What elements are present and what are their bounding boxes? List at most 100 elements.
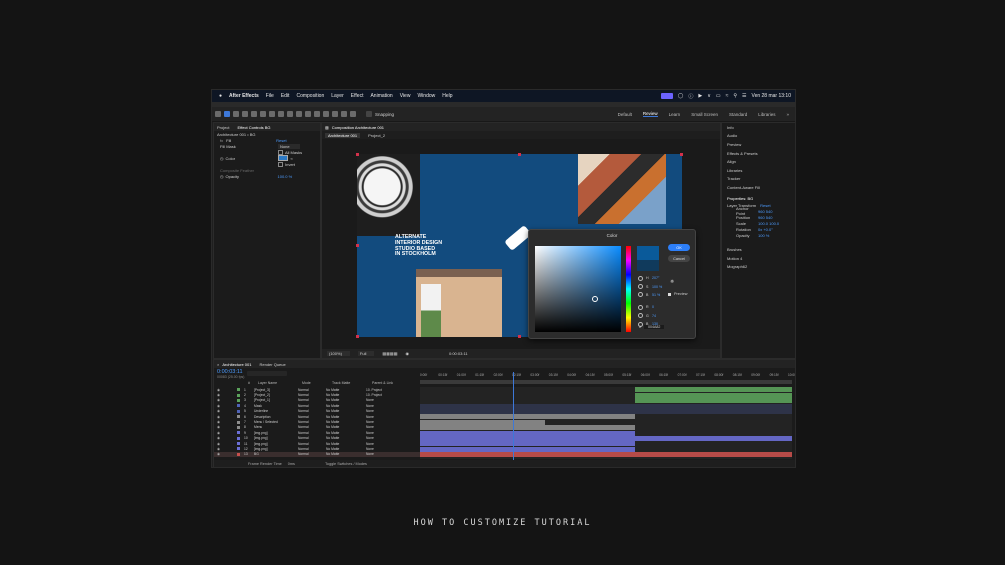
cancel-button[interactable]: Cancel — [668, 255, 690, 262]
layer-label-color[interactable] — [237, 447, 240, 451]
workspace-standard[interactable]: Standard — [729, 112, 747, 117]
layer-matte-dropdown[interactable]: No Matte — [326, 452, 366, 456]
visibility-icon[interactable]: ◉ — [217, 442, 237, 446]
selection-handle[interactable] — [356, 335, 359, 338]
layer-mode-dropdown[interactable]: Normal — [298, 447, 326, 451]
type-tool-icon[interactable] — [305, 111, 311, 117]
home-icon[interactable] — [215, 111, 221, 117]
subtab-project-2[interactable]: Project_2 — [368, 133, 385, 138]
hex-input[interactable]: 004A82 — [644, 325, 665, 329]
selection-handle[interactable] — [680, 153, 683, 156]
layer-duration-bar[interactable] — [420, 430, 635, 436]
visibility-icon[interactable]: ◉ — [217, 420, 237, 424]
layer-name[interactable]: Underline — [254, 409, 298, 413]
layer-label-color[interactable] — [237, 415, 240, 419]
panel-tracker[interactable]: Tracker — [722, 175, 795, 184]
selection-handle[interactable] — [356, 244, 359, 247]
rotate-tool-icon[interactable] — [269, 111, 275, 117]
layer-duration-bar[interactable] — [420, 452, 792, 458]
layer-name[interactable]: [img.png] — [254, 436, 298, 440]
layer-duration-bar[interactable] — [635, 392, 792, 398]
layer-matte-dropdown[interactable]: No Matte — [326, 398, 366, 402]
menu-help[interactable]: Help — [442, 93, 452, 99]
zoom-tool-icon[interactable] — [242, 111, 248, 117]
transform-value[interactable]: 960 540 — [758, 209, 772, 214]
workspace-libraries[interactable]: Libraries — [758, 112, 775, 117]
visibility-icon[interactable]: ◉ — [217, 398, 237, 402]
layer-duration-bar[interactable] — [420, 441, 635, 447]
visibility-icon[interactable]: ◉ — [217, 393, 237, 397]
panel-align[interactable]: Align — [722, 157, 795, 166]
layer-duration-bar[interactable] — [420, 409, 792, 414]
transform-value[interactable]: 100 % — [758, 233, 769, 238]
panel-motion[interactable]: Motion 4 — [722, 254, 795, 263]
work-area-bar[interactable] — [420, 380, 792, 384]
layer-name[interactable]: [Project_1] — [254, 398, 298, 402]
pan-behind-tool-icon[interactable] — [278, 111, 284, 117]
layer-name[interactable]: [Project_3] — [254, 388, 298, 392]
layer-mode-dropdown[interactable]: Normal — [298, 442, 326, 446]
color-radio[interactable] — [638, 275, 643, 281]
brush-tool-icon[interactable] — [314, 111, 320, 117]
color-field-value[interactable]: 0 — [652, 305, 654, 309]
layer-name[interactable]: [Project_2] — [254, 393, 298, 397]
tab-effect-controls[interactable]: Effect Controls BG — [237, 125, 270, 130]
color-swatch[interactable] — [277, 155, 288, 161]
app-menu[interactable]: After Effects — [229, 93, 259, 99]
panel-preview[interactable]: Preview — [722, 140, 795, 149]
ok-button[interactable]: OK — [668, 244, 690, 251]
selection-handle[interactable] — [518, 153, 521, 156]
workspace-default[interactable]: Default — [618, 112, 632, 117]
transform-value[interactable]: 100.0 100.0 — [758, 221, 779, 226]
layer-mode-dropdown[interactable]: Normal — [298, 409, 326, 413]
layer-duration-bar[interactable] — [420, 414, 635, 420]
layer-row[interactable]: ◉ 13 BG Normal No Matte None — [214, 451, 420, 458]
layer-parent-dropdown[interactable]: 10. Project — [366, 388, 382, 392]
layer-mode-dropdown[interactable]: Normal — [298, 420, 326, 424]
layer-mode-dropdown[interactable]: Normal — [298, 388, 326, 392]
color-value-row[interactable]: B 51 % — [638, 291, 668, 299]
playhead[interactable] — [513, 372, 514, 460]
workspace-review[interactable]: Review — [642, 111, 658, 117]
layer-matte-dropdown[interactable]: No Matte — [326, 425, 366, 429]
layer-label-color[interactable] — [237, 398, 240, 402]
layer-matte-dropdown[interactable]: No Matte — [326, 442, 366, 446]
layer-parent-dropdown[interactable]: None — [366, 442, 374, 446]
play-icon[interactable]: ▶ — [698, 93, 702, 99]
layer-matte-dropdown[interactable]: No Matte — [326, 393, 366, 397]
layer-label-color[interactable] — [237, 425, 240, 429]
layer-name[interactable]: Menu — [254, 425, 298, 429]
layer-label-color[interactable] — [237, 409, 240, 413]
color-field-value[interactable]: 74 — [652, 314, 656, 318]
visibility-icon[interactable]: ◉ — [217, 436, 237, 440]
layer-name[interactable]: Menu / Selected — [254, 420, 298, 424]
orbit-tool-icon[interactable] — [251, 111, 257, 117]
stopwatch-icon[interactable]: ◷ — [220, 174, 224, 179]
layer-parent-dropdown[interactable]: None — [366, 404, 374, 408]
color-radio[interactable] — [638, 304, 643, 310]
eyedropper-icon[interactable]: ≈ — [291, 156, 293, 161]
visibility-icon[interactable]: ◉ — [217, 452, 237, 456]
layer-duration-bar[interactable] — [420, 436, 792, 441]
visibility-icon[interactable]: ◉ — [217, 404, 237, 408]
status-icon[interactable]: ◯ — [678, 93, 684, 99]
zoom-dropdown[interactable]: (100%) — [327, 351, 350, 356]
pen-tool-icon[interactable] — [296, 111, 302, 117]
hue-slider[interactable] — [626, 246, 631, 332]
puppet-tool-icon[interactable] — [350, 111, 356, 117]
panel-info[interactable]: Info — [722, 123, 795, 132]
layer-matte-dropdown[interactable]: No Matte — [326, 404, 366, 408]
layer-duration-bar[interactable] — [420, 403, 792, 409]
color-field[interactable] — [535, 246, 621, 332]
wifi-icon[interactable]: ≈ — [726, 93, 729, 99]
layer-matte-dropdown[interactable]: No Matte — [326, 388, 366, 392]
visibility-icon[interactable]: ◉ — [217, 388, 237, 392]
color-radio[interactable] — [638, 284, 643, 290]
layer-parent-dropdown[interactable]: None — [366, 431, 374, 435]
transform-opacity-row[interactable]: Opacity 100 % — [722, 232, 795, 238]
color-value-row[interactable]: R0 — [638, 303, 668, 311]
panel-content-aware-fill[interactable]: Content-Aware Fill — [722, 183, 795, 192]
panel-audio[interactable]: Audio — [722, 132, 795, 141]
layer-parent-dropdown[interactable]: None — [366, 398, 374, 402]
footer-timecode[interactable]: 0:00:03:11 — [449, 351, 468, 356]
